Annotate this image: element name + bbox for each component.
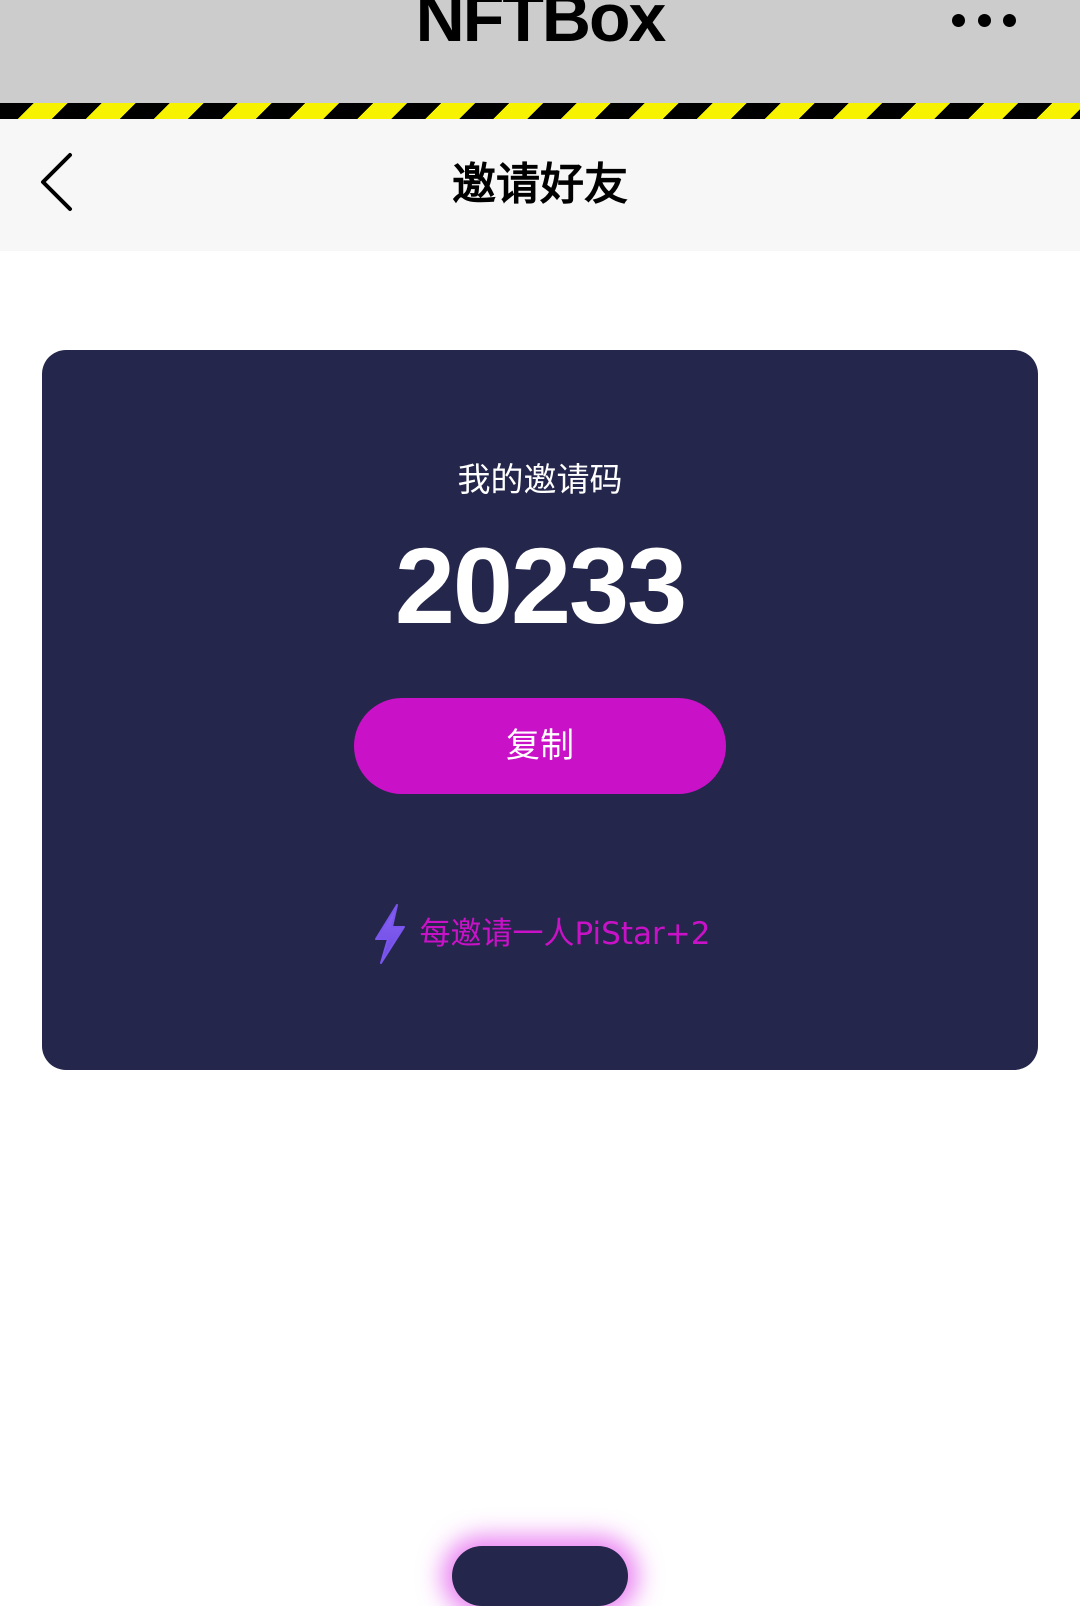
nav-bar: 邀请好友 [0, 119, 1080, 251]
app-header: NFTBox [0, 0, 1080, 103]
more-dot [977, 13, 991, 27]
reward-text: 每邀请一人PiStar+2 [419, 916, 711, 952]
lightning-bolt-icon [374, 904, 405, 964]
invite-code-value: 20233 [394, 525, 687, 646]
floating-action-button[interactable] [452, 1546, 628, 1606]
copy-button[interactable]: 复制 [354, 698, 726, 794]
reward-info: 每邀请一人PiStar+2 [42, 900, 1038, 968]
invite-code-card: 我的邀请码 20233 复制 每邀请一人PiStar+2 [42, 350, 1038, 1070]
more-dot [1003, 13, 1016, 27]
more-button[interactable] [952, 8, 1016, 32]
hazard-stripe-divider [0, 103, 1080, 119]
page-title: 邀请好友 [452, 159, 628, 210]
more-dots-icon [952, 13, 965, 27]
app-title: NFTBox [415, 0, 667, 56]
invite-code-label: 我的邀请码 [457, 460, 623, 499]
